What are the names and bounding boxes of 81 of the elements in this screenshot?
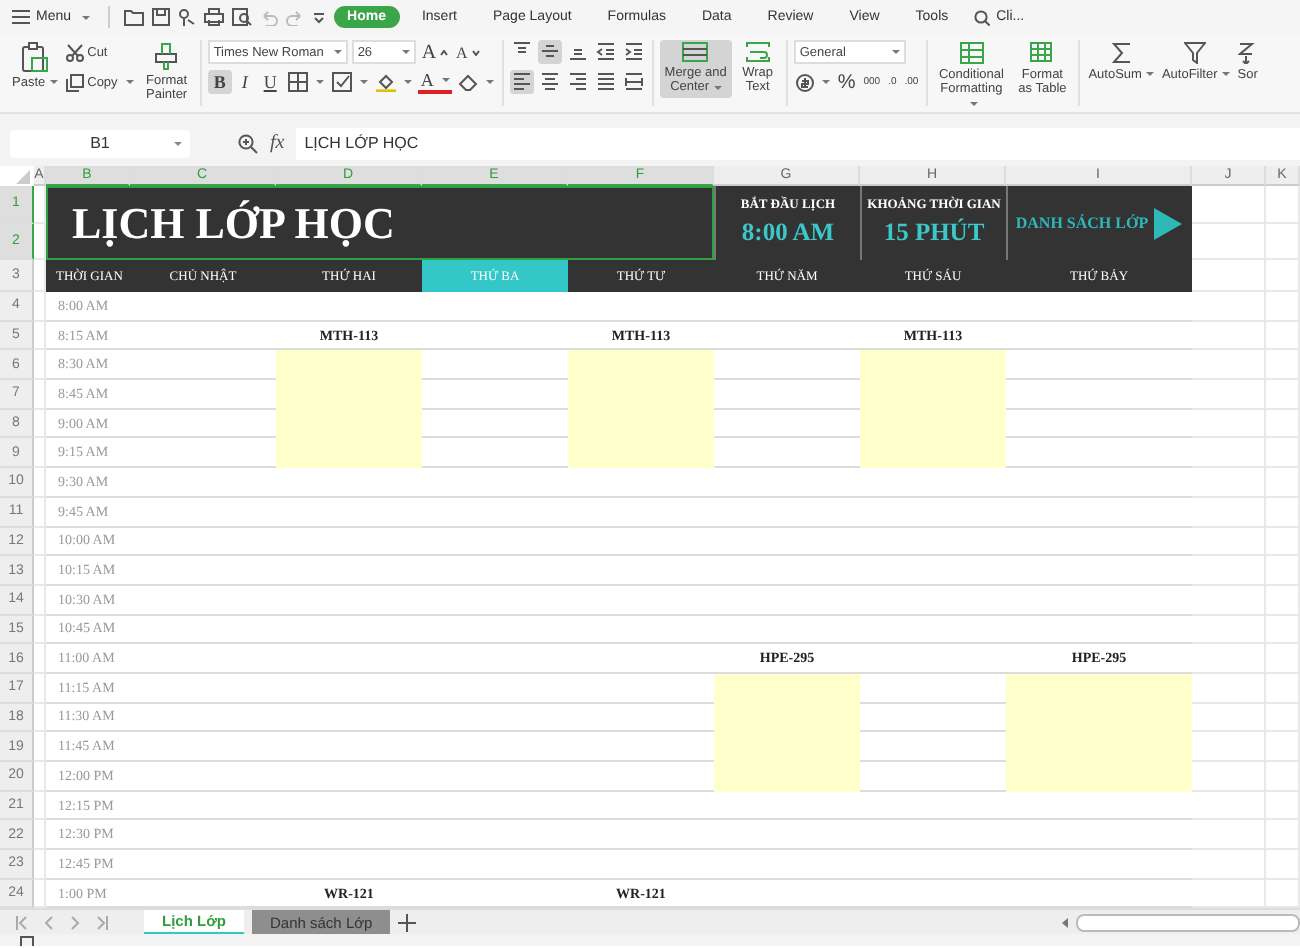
wrap-text-icon xyxy=(745,42,770,62)
save-icon[interactable] xyxy=(151,8,170,26)
empty-cell xyxy=(1192,850,1266,880)
empty-cell xyxy=(1192,468,1266,498)
borders-button[interactable] xyxy=(286,70,327,94)
grid-icon xyxy=(288,72,309,92)
clipboard-icon xyxy=(20,42,49,72)
align-middle-button[interactable] xyxy=(537,40,562,64)
menu-icon xyxy=(12,10,30,24)
increase-font-button[interactable]: A xyxy=(419,40,451,64)
up-caret-icon xyxy=(440,49,449,55)
bold-button[interactable]: B xyxy=(207,70,232,94)
name-box[interactable]: B1 xyxy=(10,129,190,157)
add-sheet-icon[interactable] xyxy=(398,910,417,936)
align-right-icon xyxy=(567,72,588,92)
paint-bucket-icon xyxy=(376,72,397,92)
zoom-icon[interactable] xyxy=(238,133,258,153)
currency-button[interactable] xyxy=(793,70,832,94)
percent-button[interactable]: % xyxy=(835,70,858,94)
empty-cell xyxy=(1192,644,1266,674)
align-center-icon xyxy=(539,72,560,92)
schedule-start-value: 8:00 AM xyxy=(741,218,835,248)
class-list-link[interactable]: DANH SÁCH LỚP xyxy=(1011,205,1189,241)
paint-brush-icon xyxy=(154,42,179,70)
funnel-icon xyxy=(1184,42,1207,64)
align-middle-icon xyxy=(539,42,560,62)
align-left-button[interactable] xyxy=(509,70,534,94)
print-icon[interactable] xyxy=(203,8,224,26)
empty-cell xyxy=(1192,820,1266,851)
time-interval-value: 15 PHÚT xyxy=(883,218,985,248)
folder-icon[interactable] xyxy=(123,8,144,26)
align-right-button[interactable] xyxy=(565,70,590,94)
print-preview-icon[interactable] xyxy=(231,8,252,26)
decrease-font-button[interactable]: A xyxy=(454,40,482,64)
align-center-button[interactable] xyxy=(537,70,562,94)
empty-cell xyxy=(1192,350,1266,381)
align-left-icon xyxy=(511,72,532,92)
merge-cells-icon xyxy=(682,42,709,62)
align-distributed-icon xyxy=(623,72,644,92)
sigma-icon xyxy=(1111,42,1132,64)
empty-cell xyxy=(1192,438,1266,469)
dropdown-icon[interactable] xyxy=(311,11,326,23)
status-icon xyxy=(20,934,36,946)
empty-cell xyxy=(1192,585,1266,616)
empty-cell xyxy=(1192,791,1266,821)
schedule-title: LỊCH LỚP HỌC xyxy=(46,186,714,260)
eraser-icon xyxy=(457,72,478,92)
align-indent-more-button[interactable] xyxy=(621,40,646,64)
empty-cell xyxy=(1192,380,1266,410)
scrollbar-thumb[interactable] xyxy=(1076,913,1300,931)
down-caret-icon xyxy=(471,49,480,55)
empty-cell xyxy=(1192,556,1266,586)
underline-button[interactable]: U xyxy=(257,70,283,94)
search-icon xyxy=(974,9,991,25)
align-justify-icon xyxy=(595,72,616,92)
arrow-right-icon xyxy=(1152,205,1185,241)
italic-button[interactable]: I xyxy=(235,70,254,94)
eraser-button[interactable] xyxy=(455,70,496,94)
coin-icon xyxy=(795,73,814,91)
fill-color-button[interactable] xyxy=(374,70,415,94)
empty-cell xyxy=(1192,615,1266,645)
scroll-left-icon[interactable] xyxy=(1060,915,1070,929)
formula-input[interactable]: LỊCH LỚP HỌC xyxy=(296,127,1300,159)
align-indent-more-icon xyxy=(623,42,644,62)
align-justify-button[interactable] xyxy=(593,70,618,94)
align-distributed-button[interactable] xyxy=(621,70,646,94)
copy-icon xyxy=(65,73,84,91)
empty-cell xyxy=(1192,292,1266,322)
table-icon xyxy=(959,42,984,64)
align-indent-less-icon xyxy=(595,42,616,62)
sort-icon xyxy=(1238,42,1257,64)
empty-cell xyxy=(1192,321,1266,351)
scissors-icon xyxy=(65,43,84,61)
font-color-button[interactable]: A xyxy=(418,71,452,93)
empty-cell xyxy=(1192,527,1266,557)
function-label[interactable]: fx xyxy=(270,132,285,154)
table-brush-icon xyxy=(1030,42,1055,64)
empty-cell xyxy=(1192,497,1266,527)
empty-cell xyxy=(1192,409,1266,439)
align-indent-less-button[interactable] xyxy=(593,40,618,64)
cell-style-button[interactable] xyxy=(330,70,371,94)
